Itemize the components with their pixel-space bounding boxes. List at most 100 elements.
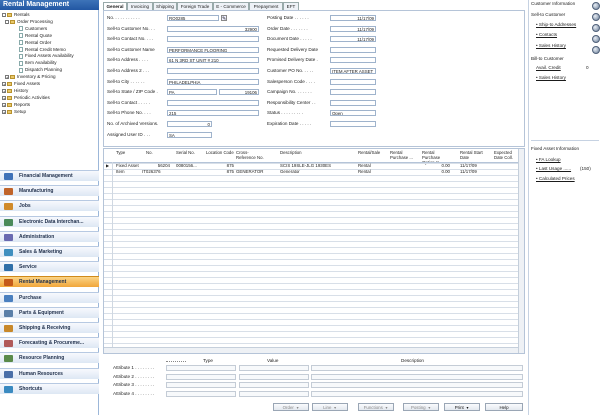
dimensions-icon[interactable] — [592, 35, 600, 43]
tree-node[interactable]: + Reports — [2, 102, 30, 108]
category-button[interactable]: Jobs — [0, 200, 99, 212]
expand-toggle-icon[interactable]: + — [2, 82, 6, 87]
attribute-description-field[interactable] — [311, 365, 523, 371]
tree-node[interactable]: + Periodic Activities — [2, 95, 50, 101]
tab-prepayment[interactable]: Prepayment — [249, 2, 283, 10]
tree-node[interactable]: Rental Quote — [14, 33, 52, 39]
field-value[interactable] — [330, 99, 376, 106]
attribute-type-field[interactable] — [166, 373, 236, 380]
attribute-description-field[interactable] — [311, 382, 523, 389]
field-value[interactable] — [167, 68, 259, 74]
field-value[interactable] — [167, 99, 259, 106]
bill-to-link[interactable]: • Sales History — [536, 75, 566, 81]
vertical-scrollbar[interactable] — [518, 149, 524, 353]
posting-button[interactable]: Posting ▼ — [403, 403, 439, 411]
tab-invoicing[interactable]: Invoicing — [127, 2, 153, 10]
category-button[interactable]: Administration — [0, 230, 99, 242]
field-value[interactable] — [330, 89, 376, 96]
tree-node[interactable]: Item Availability — [14, 60, 57, 66]
field-value[interactable]: SA — [167, 131, 212, 138]
sell-to-link[interactable]: • Sales History — [536, 43, 566, 49]
tab-eft[interactable]: EFT — [283, 2, 299, 10]
attribute-value-field[interactable] — [239, 390, 309, 397]
field-value[interactable]: 11/17/09 — [330, 25, 376, 32]
approvals-icon[interactable] — [592, 46, 600, 54]
attribute-type-field[interactable] — [166, 382, 236, 389]
category-button[interactable]: Resource Planning — [0, 352, 99, 364]
attribute-type-field[interactable] — [166, 365, 236, 371]
field-value[interactable]: Open — [330, 110, 376, 117]
field-value[interactable]: 0 — [167, 121, 212, 127]
order-button[interactable]: Order ▼ — [273, 403, 309, 411]
attribute-value-field[interactable] — [239, 365, 309, 371]
expand-toggle-icon[interactable]: - — [5, 19, 9, 24]
field-value[interactable]: PHILADELPHIA — [167, 78, 259, 85]
tree-node[interactable]: Customers — [14, 26, 47, 32]
grid-cell[interactable]: 0.00 — [422, 169, 450, 175]
grid-cell[interactable]: GENERATOR P... — [236, 169, 264, 175]
grid-cell[interactable]: Rental — [358, 169, 386, 175]
grid-cell[interactable]: 875 — [206, 169, 234, 175]
category-button[interactable]: Shortcuts — [0, 382, 99, 394]
tab-shipping[interactable]: Shipping — [153, 2, 177, 10]
expand-toggle-icon[interactable]: - — [2, 13, 6, 18]
field-value[interactable] — [330, 78, 376, 85]
expand-toggle-icon[interactable]: + — [2, 95, 6, 100]
expand-toggle-icon[interactable]: + — [2, 102, 6, 107]
category-button[interactable]: Service — [0, 261, 99, 273]
category-button[interactable]: Rental Management — [0, 276, 99, 288]
field-value[interactable]: PA — [167, 89, 217, 96]
tree-node[interactable]: - Rentals — [2, 12, 30, 18]
customer-card-icon[interactable] — [592, 2, 600, 10]
print-button[interactable]: Print ▼ — [444, 403, 480, 411]
help-button[interactable]: Help — [485, 403, 523, 411]
tree-node[interactable]: Rental Credit Memo — [14, 47, 66, 53]
field-value[interactable] — [167, 36, 259, 43]
field-value[interactable]: PERFORMANCE FLOORING — [167, 46, 259, 53]
attribute-value-field[interactable] — [239, 373, 309, 380]
field-value[interactable]: ITEM AFTER ASSET — [330, 68, 376, 74]
attribute-description-field[interactable] — [311, 373, 523, 380]
tree-node[interactable]: Fixed Assets Availability — [14, 53, 74, 59]
tree-node[interactable]: + Inventory & Pricing — [5, 74, 56, 80]
field-value[interactable] — [330, 46, 376, 53]
tree-node[interactable]: Dispatch Planning — [14, 67, 62, 73]
field-value[interactable]: 61 N 3RD ST UNIT # 210 — [167, 57, 259, 64]
category-button[interactable]: Sales & Marketing — [0, 246, 99, 257]
field-value[interactable]: 215 — [167, 110, 259, 117]
fa-link[interactable]: • Last Usage ...... — [536, 166, 571, 172]
sell-to-link[interactable]: • Contacts — [536, 32, 557, 38]
field-value-zip[interactable]: 19106 — [219, 89, 259, 96]
field-value[interactable]: RO0285 — [167, 15, 219, 21]
tab-e-commerce[interactable]: E - Commerce — [213, 2, 249, 10]
category-button[interactable]: Forecasting & Procureme... — [0, 337, 99, 349]
field-value[interactable]: 11/17/09 — [330, 36, 376, 43]
horizontal-scrollbar[interactable] — [104, 347, 518, 353]
category-button[interactable]: Financial Management — [0, 170, 99, 181]
field-value[interactable]: 11/17/09 — [330, 15, 376, 21]
grid-cell[interactable] — [176, 169, 204, 175]
expand-toggle-icon[interactable]: + — [2, 109, 6, 114]
fa-link[interactable]: • FA Lookup — [536, 157, 561, 163]
statistics-icon[interactable] — [592, 13, 600, 21]
tree-node[interactable]: + History — [2, 88, 28, 94]
functions-button[interactable]: Functions ▼ — [358, 403, 394, 411]
tree-node[interactable]: + Fixed Assets — [2, 81, 40, 87]
expand-toggle-icon[interactable]: + — [5, 75, 9, 80]
category-button[interactable]: Purchase — [0, 291, 99, 303]
grid-cell[interactable]: IT026376 — [142, 169, 170, 175]
avail-credit-link[interactable]: Avail. Credit — [536, 65, 561, 71]
attribute-description-field[interactable] — [311, 390, 523, 397]
grid-cell[interactable]: Item — [116, 169, 144, 175]
attribute-type-field[interactable] — [166, 390, 236, 397]
grid-cell[interactable]: Generator — [280, 169, 356, 175]
field-value[interactable] — [330, 57, 376, 64]
tree-node[interactable]: Rental Order — [14, 40, 51, 46]
category-button[interactable]: Human Resources — [0, 367, 99, 379]
field-value[interactable] — [330, 121, 376, 127]
comments-icon[interactable] — [592, 24, 600, 32]
category-button[interactable]: Shipping & Receiving — [0, 322, 99, 333]
category-button[interactable]: Parts & Equipment — [0, 306, 99, 318]
fa-link[interactable]: • Calculated Prices — [536, 176, 575, 182]
grid-cell[interactable]: 11/17/09 — [460, 169, 488, 175]
